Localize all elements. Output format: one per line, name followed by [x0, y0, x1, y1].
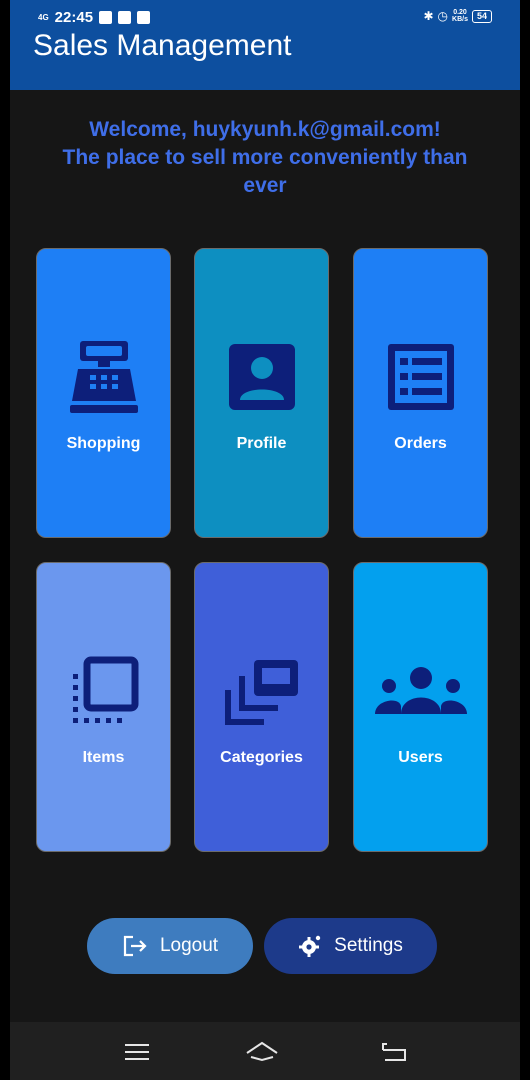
app-screen: 4G 22:45 ✱ ◷ 0.20 KB/s 54 Sales Manageme…: [10, 0, 520, 1080]
gear-icon: [299, 935, 321, 957]
bluetooth-icon: ✱: [423, 9, 434, 23]
groups-icon: [354, 655, 487, 727]
list-alt-icon: [354, 341, 487, 413]
tile-label: Categories: [220, 749, 303, 766]
youtube-icon: [118, 11, 132, 24]
logout-icon: [123, 935, 147, 957]
menu-icon[interactable]: [117, 1038, 157, 1066]
welcome-subtitle: The place to sell more conveniently than…: [62, 146, 468, 197]
network-speed: 0.20 KB/s: [452, 9, 468, 23]
tile-label: Items: [82, 749, 125, 766]
settings-button[interactable]: Settings: [264, 918, 437, 974]
library-icon: [195, 655, 328, 727]
status-bar: 4G 22:45 ✱ ◷ 0.20 KB/s 54: [10, 0, 520, 30]
tile-orders[interactable]: Orders: [353, 248, 488, 538]
mail-icon: [137, 11, 151, 24]
network-indicator: 4G: [38, 12, 49, 22]
tile-label: Users: [398, 749, 443, 766]
tile-categories[interactable]: Categories: [194, 562, 329, 852]
settings-label: Settings: [334, 935, 403, 956]
network-speed-value: 0.20: [453, 9, 467, 16]
select-all-icon: [37, 655, 170, 727]
tile-label: Profile: [236, 435, 287, 452]
welcome-line: Welcome, huykyunh.k@gmail.com!: [89, 118, 441, 141]
facebook-icon: [99, 11, 113, 24]
cash-register-icon: [37, 341, 170, 413]
logout-button[interactable]: Logout: [87, 918, 253, 974]
tile-items[interactable]: Items: [36, 562, 171, 852]
battery-indicator: 54: [471, 9, 492, 23]
account-box-icon: [195, 341, 328, 413]
status-time: 22:45: [54, 9, 94, 26]
tile-label: Orders: [394, 435, 447, 452]
home-icon[interactable]: [242, 1038, 282, 1066]
app-bar: 4G 22:45 ✱ ◷ 0.20 KB/s 54 Sales Manageme…: [10, 0, 520, 90]
network-speed-unit: KB/s: [452, 16, 468, 23]
alarm-icon: ◷: [437, 9, 449, 23]
system-nav-bar: [10, 1022, 520, 1080]
logout-label: Logout: [159, 935, 219, 956]
tile-shopping[interactable]: Shopping: [36, 248, 171, 538]
app-title: Sales Management: [33, 29, 292, 62]
welcome-message: Welcome, huykyunh.k@gmail.com! The place…: [40, 116, 490, 200]
back-icon[interactable]: [374, 1038, 414, 1066]
tile-profile[interactable]: Profile: [194, 248, 329, 538]
tile-users[interactable]: Users: [353, 562, 488, 852]
tile-label: Shopping: [66, 435, 141, 452]
